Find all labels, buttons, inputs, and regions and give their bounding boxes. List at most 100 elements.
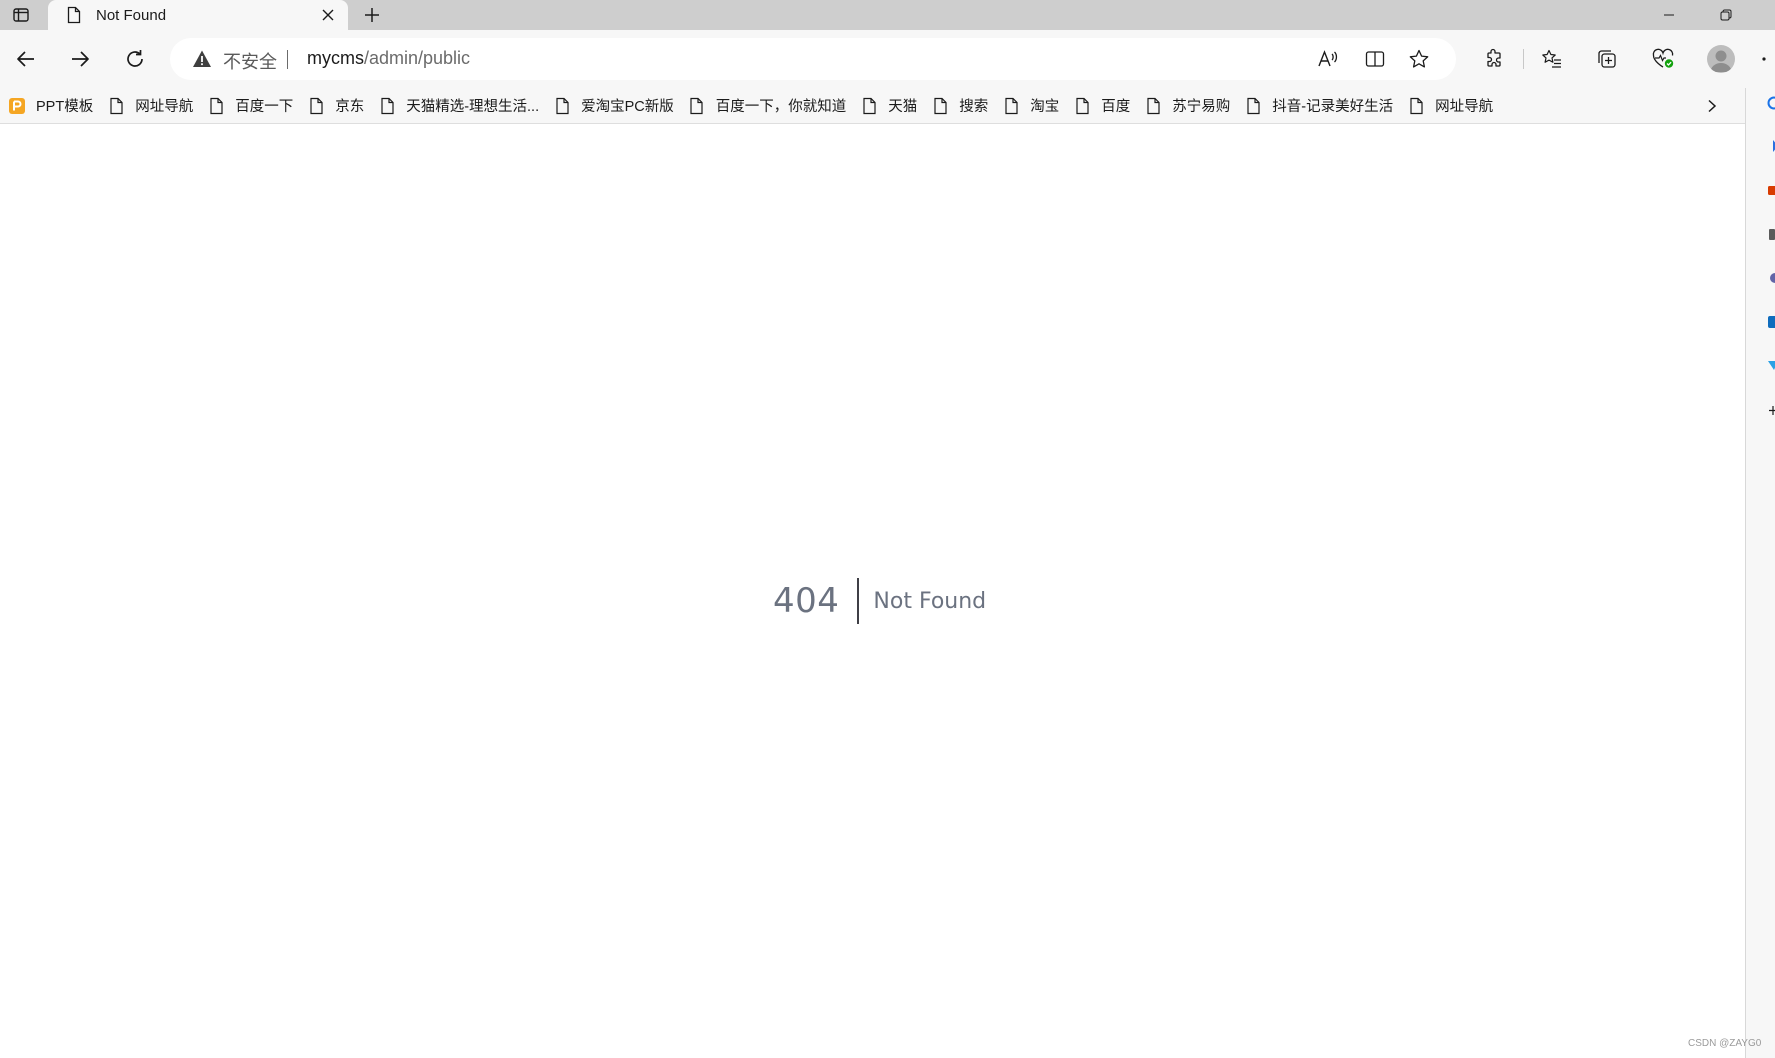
url-text[interactable]: mycms/admin/public bbox=[307, 48, 470, 69]
add-icon[interactable] bbox=[1766, 402, 1775, 418]
page-icon bbox=[688, 97, 706, 115]
bookmark-item[interactable]: 百度一下 bbox=[207, 92, 301, 120]
bookmark-label: 京东 bbox=[335, 99, 365, 115]
toolbar-divider bbox=[1523, 49, 1524, 69]
person-icon bbox=[1710, 50, 1732, 72]
bookmark-item[interactable]: 苏宁易购 bbox=[1144, 92, 1238, 120]
page-icon bbox=[1244, 97, 1262, 115]
url-path: /admin/public bbox=[364, 48, 471, 68]
bookmark-item[interactable]: 搜索 bbox=[931, 92, 996, 120]
address-divider bbox=[287, 50, 288, 69]
more-menu-button[interactable] bbox=[1752, 41, 1775, 77]
bookmark-label: 搜索 bbox=[959, 99, 989, 115]
bookmark-item[interactable]: 天猫 bbox=[860, 92, 925, 120]
bookmark-label: 百度一下，你就知道 bbox=[715, 99, 847, 115]
collections-icon bbox=[1598, 50, 1616, 68]
active-tab[interactable]: Not Found bbox=[48, 0, 348, 30]
collections-button[interactable] bbox=[1589, 41, 1625, 77]
bookmarks-list: PPT模板 网址导航 百度一下 京东 天猫精选-理想生活... 爱淘宝PC新版 百度一下，你… bbox=[8, 88, 1507, 123]
tab-actions-icon bbox=[13, 8, 29, 22]
drop-icon[interactable] bbox=[1766, 358, 1775, 374]
tab-actions-button[interactable] bbox=[7, 3, 35, 27]
star-icon bbox=[1409, 49, 1429, 68]
bookmarks-bar: PPT模板 网址导航 百度一下 京东 天猫精选-理想生活... 爱淘宝PC新版 百度一下，你… bbox=[0, 88, 1775, 124]
refresh-icon bbox=[127, 50, 143, 67]
page-icon bbox=[1073, 97, 1091, 115]
page-icon bbox=[107, 97, 125, 115]
title-bar: Not Found bbox=[0, 0, 1775, 30]
read-aloud-icon bbox=[1318, 50, 1338, 67]
split-screen-icon bbox=[1365, 51, 1385, 67]
more-dots-icon bbox=[1761, 57, 1766, 61]
favorites-list-icon bbox=[1542, 49, 1561, 68]
heart-pulse-icon bbox=[1652, 48, 1674, 68]
bookmark-item[interactable]: 网址导航 bbox=[1407, 92, 1501, 120]
bookmark-label: PPT模板 bbox=[36, 99, 94, 115]
watermark: CSDN @ZAYG0 bbox=[1688, 1038, 1762, 1049]
error-code: 404 bbox=[773, 581, 840, 621]
bookmark-label: 苏宁易购 bbox=[1172, 99, 1231, 115]
extensions-button[interactable] bbox=[1476, 41, 1512, 77]
arrow-left-icon bbox=[17, 51, 34, 67]
bookmark-label: 百度一下 bbox=[235, 99, 294, 115]
read-aloud-button[interactable] bbox=[1316, 47, 1340, 71]
ppt-logo-icon bbox=[8, 97, 26, 115]
page-icon bbox=[1002, 97, 1020, 115]
bookmark-item[interactable]: 淘宝 bbox=[1002, 92, 1067, 120]
bookmark-item[interactable]: 抖音-记录美好生活 bbox=[1244, 92, 1401, 120]
new-tab-button[interactable] bbox=[358, 3, 386, 27]
bookmark-item[interactable]: 网址导航 bbox=[107, 92, 201, 120]
split-screen-button[interactable] bbox=[1363, 47, 1387, 71]
page-icon bbox=[207, 97, 225, 115]
bookmark-item[interactable]: 天猫精选-理想生活... bbox=[378, 92, 547, 120]
profile-avatar[interactable] bbox=[1707, 45, 1735, 73]
browser-essentials-button[interactable] bbox=[1645, 41, 1681, 77]
bookmark-item[interactable]: 爱淘宝PC新版 bbox=[553, 92, 682, 120]
bookmarks-more-button[interactable] bbox=[1699, 93, 1725, 119]
page-icon bbox=[307, 97, 325, 115]
bookmark-label: 淘宝 bbox=[1030, 99, 1060, 115]
bookmark-item[interactable]: PPT模板 bbox=[8, 92, 101, 120]
page-icon bbox=[1407, 97, 1425, 115]
shopping-icon[interactable] bbox=[1766, 182, 1775, 198]
chevron-right-icon bbox=[1708, 99, 1717, 113]
page-icon bbox=[931, 97, 949, 115]
sidebar-panel bbox=[1745, 88, 1775, 1058]
close-icon bbox=[322, 9, 334, 21]
outlook-icon[interactable] bbox=[1766, 314, 1775, 330]
page-content: 404 Not Found bbox=[0, 124, 1745, 1058]
tools-icon[interactable] bbox=[1766, 226, 1775, 242]
bookmark-label: 抖音-记录美好生活 bbox=[1272, 99, 1394, 115]
bookmark-item[interactable]: 百度 bbox=[1073, 92, 1138, 120]
back-button[interactable] bbox=[8, 41, 44, 77]
error-message-block: 404 Not Found bbox=[773, 577, 986, 625]
favorite-button[interactable] bbox=[1407, 47, 1431, 71]
tab-title: Not Found bbox=[96, 6, 167, 24]
bookmark-label: 网址导航 bbox=[135, 99, 194, 115]
restore-button[interactable] bbox=[1703, 0, 1749, 30]
minimize-icon bbox=[1664, 14, 1674, 16]
minimize-button[interactable] bbox=[1646, 0, 1692, 30]
page-icon bbox=[1144, 97, 1162, 115]
arrow-right-icon bbox=[72, 51, 89, 67]
search-icon[interactable] bbox=[1766, 95, 1775, 111]
page-icon bbox=[860, 97, 878, 115]
copilot-icon[interactable] bbox=[1766, 138, 1775, 154]
favorites-button[interactable] bbox=[1534, 41, 1570, 77]
browser-toolbar: 不安全 mycms/admin/public bbox=[0, 30, 1775, 88]
refresh-button[interactable] bbox=[117, 41, 153, 77]
bookmark-label: 天猫 bbox=[888, 99, 918, 115]
forward-button[interactable] bbox=[62, 41, 98, 77]
page-icon bbox=[66, 6, 84, 24]
error-message: Not Found bbox=[873, 588, 987, 614]
bookmark-item[interactable]: 京东 bbox=[307, 92, 372, 120]
warning-icon[interactable] bbox=[192, 49, 212, 69]
bookmark-item[interactable]: 百度一下，你就知道 bbox=[688, 92, 855, 120]
games-icon[interactable] bbox=[1766, 270, 1775, 286]
security-label[interactable]: 不安全 bbox=[223, 48, 277, 74]
puzzle-icon bbox=[1487, 48, 1501, 67]
close-tab-button[interactable] bbox=[316, 3, 340, 27]
restore-icon bbox=[1720, 9, 1732, 21]
address-bar[interactable]: 不安全 mycms/admin/public bbox=[170, 38, 1456, 80]
bookmark-label: 天猫精选-理想生活... bbox=[406, 99, 540, 115]
